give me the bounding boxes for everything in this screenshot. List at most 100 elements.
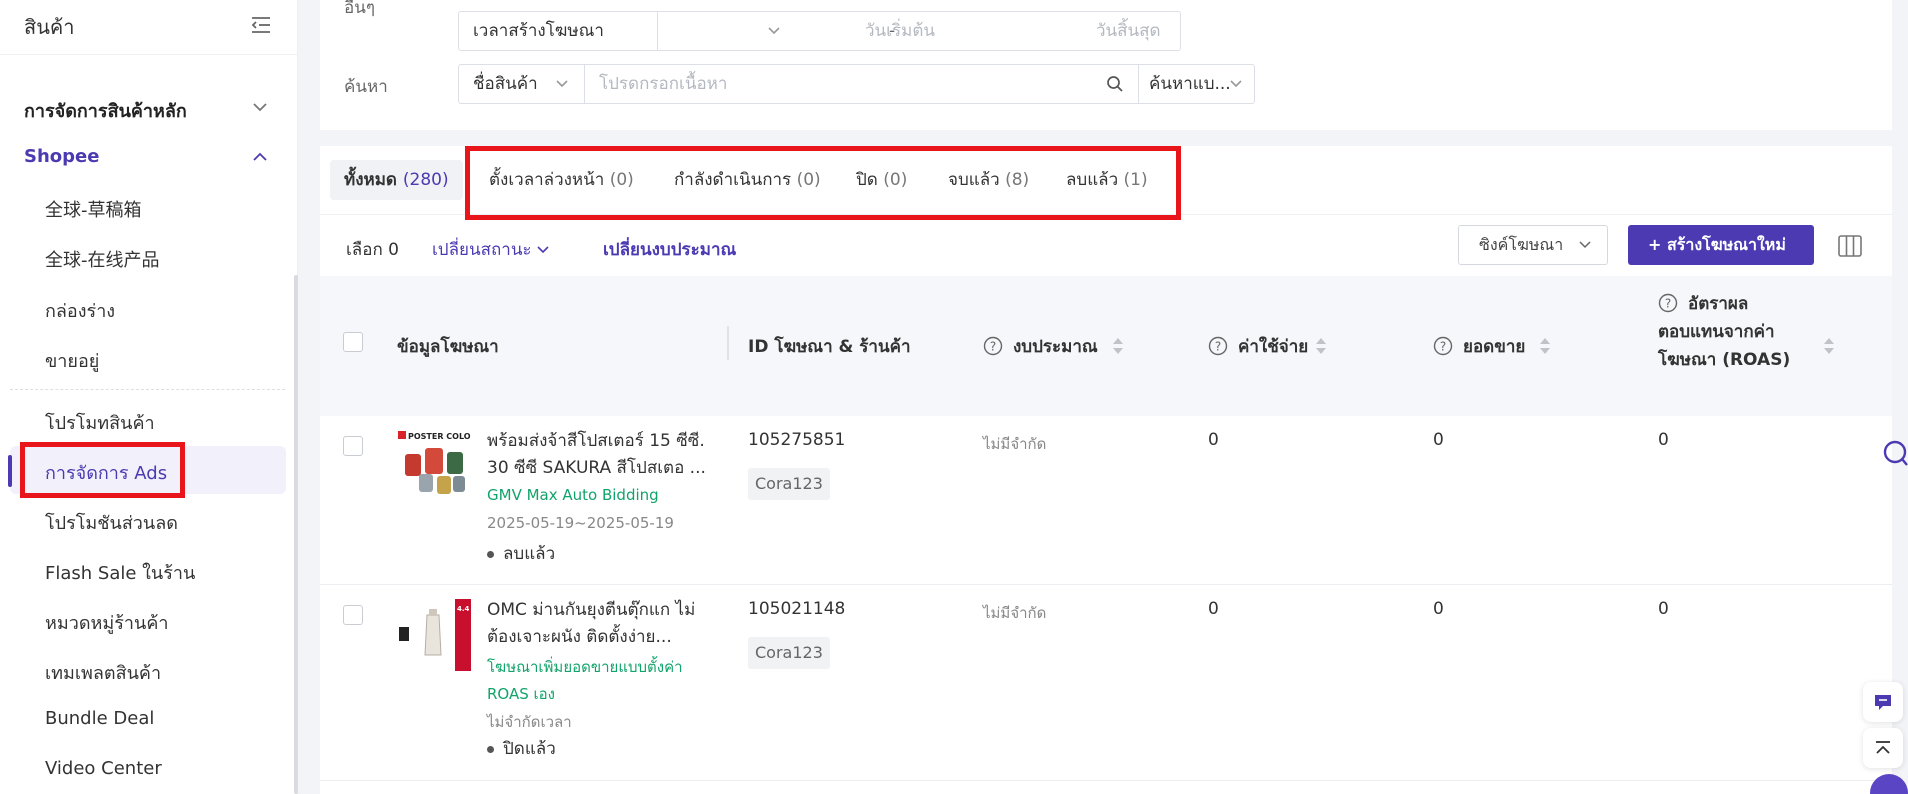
start-date-input[interactable]: วันเริ่มต้น [865,12,935,50]
sort-icon[interactable] [1823,336,1835,356]
sidebar-group-shopee[interactable]: Shopee [0,134,286,182]
tab-label: กำลังดำเนินการ [674,170,792,190]
ad-type-label-line2: ROAS เอง [487,685,555,703]
column-cost: ค่าใช้จ่าย [1238,337,1309,357]
chevron-down-icon [768,27,780,35]
sidebar-item-selling[interactable]: ขายอยู่ [0,334,286,382]
chevron-up-icon [253,152,267,161]
sidebar-divider [10,389,285,390]
sidebar-header: สินค้า [0,0,298,55]
help-icon[interactable]: ? [1658,293,1678,313]
svg-text:?: ? [1440,340,1446,354]
sidebar-item-label: โปรโมทสินค้า [45,413,155,434]
sync-ads-button[interactable]: ซิงค์โฆษณา [1458,225,1608,265]
tab-deleted[interactable]: ลบแล้ว (1) [1066,160,1148,200]
change-status-dropdown[interactable]: เปลี่ยนสถานะ [432,236,549,263]
tab-scheduled[interactable]: ตั้งเวลาล่วงหน้า (0) [489,160,634,200]
tab-paused[interactable]: ปิด (0) [856,160,907,200]
sidebar-item-global-drafts[interactable]: 全球-草稿箱 [0,184,286,232]
sidebar-item-bundle-deal[interactable]: Bundle Deal [0,696,286,744]
sidebar-item-label: โปรโมชันส่วนลด [45,513,178,534]
search-icon[interactable] [1880,439,1908,467]
help-icon[interactable]: ? [1433,336,1453,356]
ad-product-name[interactable]: OMC ม่านกันยุงตีนตุ๊กแก ไม่ ต้องเจาะผนัง … [487,597,712,651]
column-roas-line1: อัตราผล [1688,294,1749,314]
change-budget-button[interactable]: เปลี่ยนงบประมาณ [603,236,736,263]
chevron-down-icon [1579,241,1591,249]
selected-count: เลือก 0 [346,240,399,260]
tab-count: (0) [883,170,908,190]
sidebar-item-label: การจัดการ Ads [45,463,168,484]
sidebar-item-ads-management[interactable]: การจัดการ Ads [10,446,286,494]
roas-value: 0 [1658,599,1669,619]
table-row: 4.4 OMC ม่านกันยุงตีนตุ๊กแก ไม่ ต้องเจาะผ… [320,585,1892,781]
collapse-menu-icon[interactable] [250,14,272,36]
create-ad-button[interactable]: + สร้างโฆษณาใหม่ [1628,225,1814,265]
help-icon[interactable]: ? [1208,336,1228,356]
ad-period: 2025-05-19~2025-05-19 [487,514,674,532]
sidebar-item-drafts[interactable]: กล่องร่าง [0,284,286,332]
sidebar-item-video-center[interactable]: Video Center [0,746,286,794]
sidebar-group-label: Shopee [24,146,100,167]
tab-label: จบแล้ว [948,170,1000,190]
tab-in-progress[interactable]: กำลังดำเนินการ (0) [674,160,821,200]
product-thumbnail[interactable]: POSTER COLOR 15 cc. [397,430,471,504]
search-icon[interactable] [1106,75,1124,93]
divider [584,65,585,103]
ad-type-label: โฆษณาเพิ่มยอดขายแบบตั้งค่า [487,658,683,676]
arrow-up-icon [1876,741,1890,754]
shop-tag: Cora123 [748,637,830,669]
sidebar-item-promote-products[interactable]: โปรโมทสินค้า [0,396,286,444]
sidebar-item-discount-promotions[interactable]: โปรโมชันส่วนลด [0,496,286,544]
svg-text:?: ? [1215,340,1221,354]
tab-all[interactable]: ทั้งหมด (280) [330,160,463,200]
row-checkbox[interactable] [343,605,363,625]
sidebar-item-flash-sale[interactable]: Flash Sale ในร้าน [0,546,286,594]
ad-product-name[interactable]: พร้อมส่งจ้าสีโปสเตอร์ 15 ซีซี. 30 ซีซี SA… [487,428,712,482]
sort-icon[interactable] [1539,336,1551,356]
ad-type-label: GMV Max Auto Bidding [487,486,659,504]
thumbnail-badge-text: 4.4 [457,605,470,613]
product-thumbnail[interactable]: 4.4 [397,599,471,673]
divider [657,12,658,50]
active-indicator [8,455,12,487]
sidebar-item-product-templates[interactable]: เทมเพลตสินค้า [0,646,286,694]
date-range-separator: - [889,21,896,41]
sidebar-item-label: Flash Sale ในร้าน [45,563,196,584]
row-checkbox[interactable] [343,436,363,456]
sort-icon[interactable] [1112,336,1124,356]
tab-ended[interactable]: จบแล้ว (8) [948,160,1029,200]
ad-status: ปิดแล้ว [487,735,556,762]
sidebar-scrollbar[interactable] [294,275,298,794]
column-resize-handle[interactable] [727,326,729,360]
column-budget: งบประมาณ [1013,337,1098,357]
column-ad-id-shop: ID โฆษณา & ร้านค้า [748,337,911,357]
help-icon[interactable]: ? [983,336,1003,356]
back-to-top-button[interactable] [1863,728,1903,768]
search-field-select[interactable]: ชื่อสินค้า [473,65,538,103]
tab-count: (0) [609,170,634,190]
chat-icon [1875,695,1891,710]
search-mode-select[interactable]: ค้นหาแบ... [1149,65,1231,103]
search-input[interactable]: โปรดกรอกเนื้อหา [599,65,727,103]
sidebar-item-shop-categories[interactable]: หมวดหมู่ร้านค้า [0,596,286,644]
budget-value: ไม่มีจำกัด [983,604,1047,622]
column-settings-icon[interactable] [1838,235,1862,257]
sort-icon[interactable] [1315,336,1327,356]
select-all-checkbox[interactable] [343,332,363,352]
svg-text:?: ? [990,340,996,354]
column-roas-line3: โฆษณา (ROAS) [1658,350,1791,370]
tab-count: (1) [1123,170,1148,190]
tab-count: (8) [1005,170,1030,190]
sidebar-item-global-online[interactable]: 全球-在线产品 [0,234,286,282]
end-date-input[interactable]: วันสิ้นสุด [1096,12,1161,50]
ad-title-line1: พร้อมส่งจ้าสีโปสเตอร์ 15 ซีซี. [487,431,705,451]
sales-value: 0 [1433,430,1444,450]
sidebar-item-label: เทมเพลตสินค้า [45,663,162,684]
date-type-select[interactable]: เวลาสร้างโฆษณา [473,12,604,50]
other-filter-label: อื่นๆ [344,0,375,18]
tab-label: ลบแล้ว [1066,170,1119,190]
chevron-down-icon [556,80,568,88]
sidebar-group-main-products[interactable]: การจัดการสินค้าหลัก [0,84,286,132]
chat-button[interactable] [1863,682,1903,722]
